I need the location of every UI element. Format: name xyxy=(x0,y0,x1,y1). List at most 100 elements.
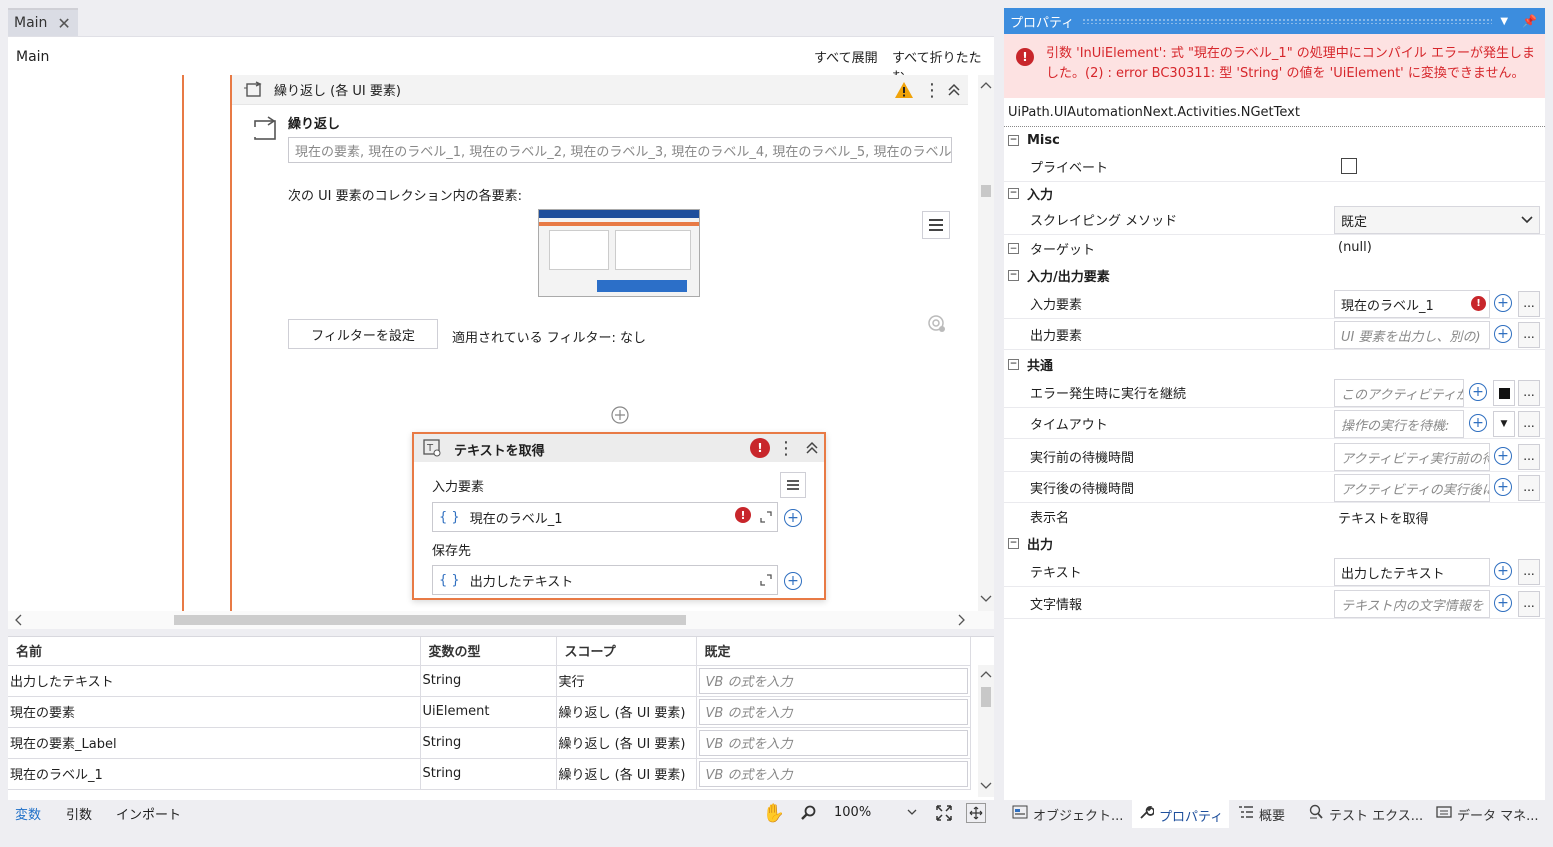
close-icon[interactable]: ✕ xyxy=(57,14,70,33)
var-type[interactable]: String xyxy=(420,727,557,759)
category-io-element[interactable]: − 入力/出力要素 xyxy=(1004,262,1545,288)
collapse-category-icon[interactable]: − xyxy=(1008,537,1019,549)
ellipsis-button[interactable]: ... xyxy=(1518,411,1540,437)
canvas-vertical-scrollbar[interactable] xyxy=(978,75,994,611)
add-input-plus-icon[interactable]: + xyxy=(784,509,802,527)
display-name-value[interactable]: テキストを取得 xyxy=(1338,508,1429,527)
delay-after-input[interactable]: アクティビティの実行後に xyxy=(1334,474,1490,502)
add-plus-icon[interactable]: + xyxy=(1494,294,1512,312)
get-text-header[interactable]: T テキストを取得 ! ⋮ xyxy=(414,434,824,462)
add-plus-icon[interactable]: + xyxy=(1494,325,1512,343)
var-scope[interactable]: 繰り返し (各 UI 要素) xyxy=(556,696,697,728)
collapse-category-icon[interactable]: − xyxy=(1008,269,1019,281)
table-row[interactable]: 出力したテキスト String 実行 VB の式を入力 xyxy=(8,665,971,697)
var-name[interactable]: 現在の要素 xyxy=(8,696,421,728)
column-header-type[interactable]: 変数の型 xyxy=(420,637,557,666)
tab-arguments[interactable]: 引数 xyxy=(66,804,92,823)
set-filter-button[interactable]: フィルターを設定 xyxy=(288,319,438,349)
var-type[interactable]: String xyxy=(420,665,557,697)
private-checkbox[interactable] xyxy=(1341,158,1357,174)
collapse-category-icon[interactable]: − xyxy=(1008,243,1019,254)
repeat-items-input[interactable]: 現在の要素, 現在のラベル_1, 現在のラベル_2, 現在のラベル_3, 現在の… xyxy=(288,137,952,163)
add-plus-icon[interactable]: + xyxy=(1494,478,1512,496)
chevron-left-icon[interactable] xyxy=(12,614,24,626)
expand-editor-icon[interactable] xyxy=(759,573,773,587)
column-header-scope[interactable]: スコープ xyxy=(556,637,697,666)
var-type[interactable]: String xyxy=(420,758,557,790)
doc-tab-main[interactable]: Main ✕ xyxy=(8,8,78,36)
chevron-right-icon[interactable] xyxy=(956,614,968,626)
char-info-input[interactable]: テキスト内の文字情報を xyxy=(1334,590,1490,618)
ellipsis-button[interactable]: ... xyxy=(1518,291,1540,317)
save-to-field[interactable]: { } 出力したテキスト xyxy=(432,565,778,595)
add-plus-icon[interactable]: + xyxy=(1469,383,1487,401)
toggle-value-icon[interactable] xyxy=(1493,380,1515,406)
continue-on-error-input[interactable]: このアクティビティが失 xyxy=(1334,379,1464,407)
var-name[interactable]: 出力したテキスト xyxy=(8,665,421,697)
timeout-input[interactable]: 操作の実行を待機: xyxy=(1334,410,1464,438)
chevron-down-icon[interactable]: ▼ xyxy=(1500,16,1508,27)
pin-icon[interactable]: 📌 xyxy=(1522,14,1537,28)
var-default-input[interactable]: VB の式を入力 xyxy=(698,729,968,756)
var-scope[interactable]: 繰り返し (各 UI 要素) xyxy=(556,758,697,790)
chevron-up-icon[interactable] xyxy=(980,79,992,91)
input-element-field[interactable]: { } 現在のラベル_1 ! xyxy=(432,502,778,532)
column-header-default[interactable]: 既定 xyxy=(696,637,971,666)
category-misc[interactable]: − Misc xyxy=(1004,127,1545,153)
collapse-icon[interactable] xyxy=(946,81,962,99)
target-locator-icon[interactable] xyxy=(926,313,948,335)
output-element-input[interactable]: UI 要素を出力し、別の) xyxy=(1334,321,1490,349)
more-options-icon[interactable]: ⋮ xyxy=(923,79,941,101)
table-row[interactable]: 現在のラベル_1 String 繰り返し (各 UI 要素) VB の式を入力 xyxy=(8,758,971,790)
chevron-down-icon[interactable] xyxy=(1521,215,1533,225)
fit-to-screen-icon[interactable] xyxy=(934,803,954,823)
foreach-header[interactable]: 繰り返し (各 UI 要素) ⋮ xyxy=(232,75,968,105)
dropdown-arrow-icon[interactable]: ▼ xyxy=(1493,411,1515,437)
tab-variables[interactable]: 変数 xyxy=(15,804,41,823)
table-row[interactable]: 現在の要素 UiElement 繰り返し (各 UI 要素) VB の式を入力 xyxy=(8,696,971,728)
scrollbar-thumb[interactable] xyxy=(174,615,686,625)
ellipsis-button[interactable]: ... xyxy=(1518,559,1540,585)
error-icon[interactable]: ! xyxy=(735,507,751,523)
var-default-input[interactable]: VB の式を入力 xyxy=(698,667,968,694)
add-output-plus-icon[interactable]: + xyxy=(784,572,802,590)
hand-pan-icon[interactable]: ✋ xyxy=(763,803,785,824)
tab-outline[interactable]: 概要 xyxy=(1232,800,1291,828)
category-input[interactable]: − 入力 xyxy=(1004,180,1545,206)
menu-icon[interactable] xyxy=(780,472,806,498)
delay-before-input[interactable]: アクティビティ実行前の待 xyxy=(1334,443,1490,471)
warning-icon[interactable] xyxy=(894,81,914,99)
input-element-input[interactable]: 現在のラベル_1 ! xyxy=(1334,290,1490,318)
more-options-icon[interactable]: ⋮ xyxy=(777,437,795,459)
ellipsis-button[interactable]: ... xyxy=(1518,475,1540,501)
ellipsis-button[interactable]: ... xyxy=(1518,322,1540,348)
var-type[interactable]: UiElement xyxy=(420,696,557,728)
column-header-name[interactable]: 名前 xyxy=(8,637,421,666)
tab-object-repository[interactable]: オブジェクト... xyxy=(1006,800,1129,828)
tab-imports[interactable]: インポート xyxy=(116,804,181,823)
collapse-category-icon[interactable]: − xyxy=(1008,134,1019,146)
category-common[interactable]: − 共通 xyxy=(1004,351,1545,377)
menu-icon[interactable] xyxy=(922,211,950,239)
scrollbar-thumb[interactable] xyxy=(981,185,991,197)
chevron-down-icon[interactable] xyxy=(980,781,992,791)
breadcrumb[interactable]: Main xyxy=(16,49,49,65)
chevron-up-icon[interactable] xyxy=(980,669,992,679)
chevron-down-icon[interactable] xyxy=(980,593,992,605)
table-row[interactable]: 現在の要素_Label String 繰り返し (各 UI 要素) VB の式を… xyxy=(8,727,971,759)
canvas-horizontal-scrollbar[interactable] xyxy=(8,611,994,629)
scraping-method-select[interactable]: 既定 xyxy=(1334,206,1540,234)
add-activity-icon[interactable] xyxy=(610,405,630,425)
tab-data-manager[interactable]: データ マネ... xyxy=(1430,800,1545,828)
ellipsis-button[interactable]: ... xyxy=(1518,444,1540,470)
zoom-icon[interactable] xyxy=(798,803,818,823)
add-plus-icon[interactable]: + xyxy=(1494,447,1512,465)
tab-properties[interactable]: プロパティ xyxy=(1132,800,1230,828)
ellipsis-button[interactable]: ... xyxy=(1518,380,1540,406)
var-default-input[interactable]: VB の式を入力 xyxy=(698,698,968,725)
variables-scrollbar[interactable] xyxy=(978,665,994,797)
error-icon[interactable]: ! xyxy=(1471,296,1486,311)
expand-editor-icon[interactable] xyxy=(759,510,773,524)
text-output-input[interactable]: 出力したテキスト xyxy=(1334,558,1490,586)
target-screenshot-thumbnail[interactable] xyxy=(538,209,700,297)
